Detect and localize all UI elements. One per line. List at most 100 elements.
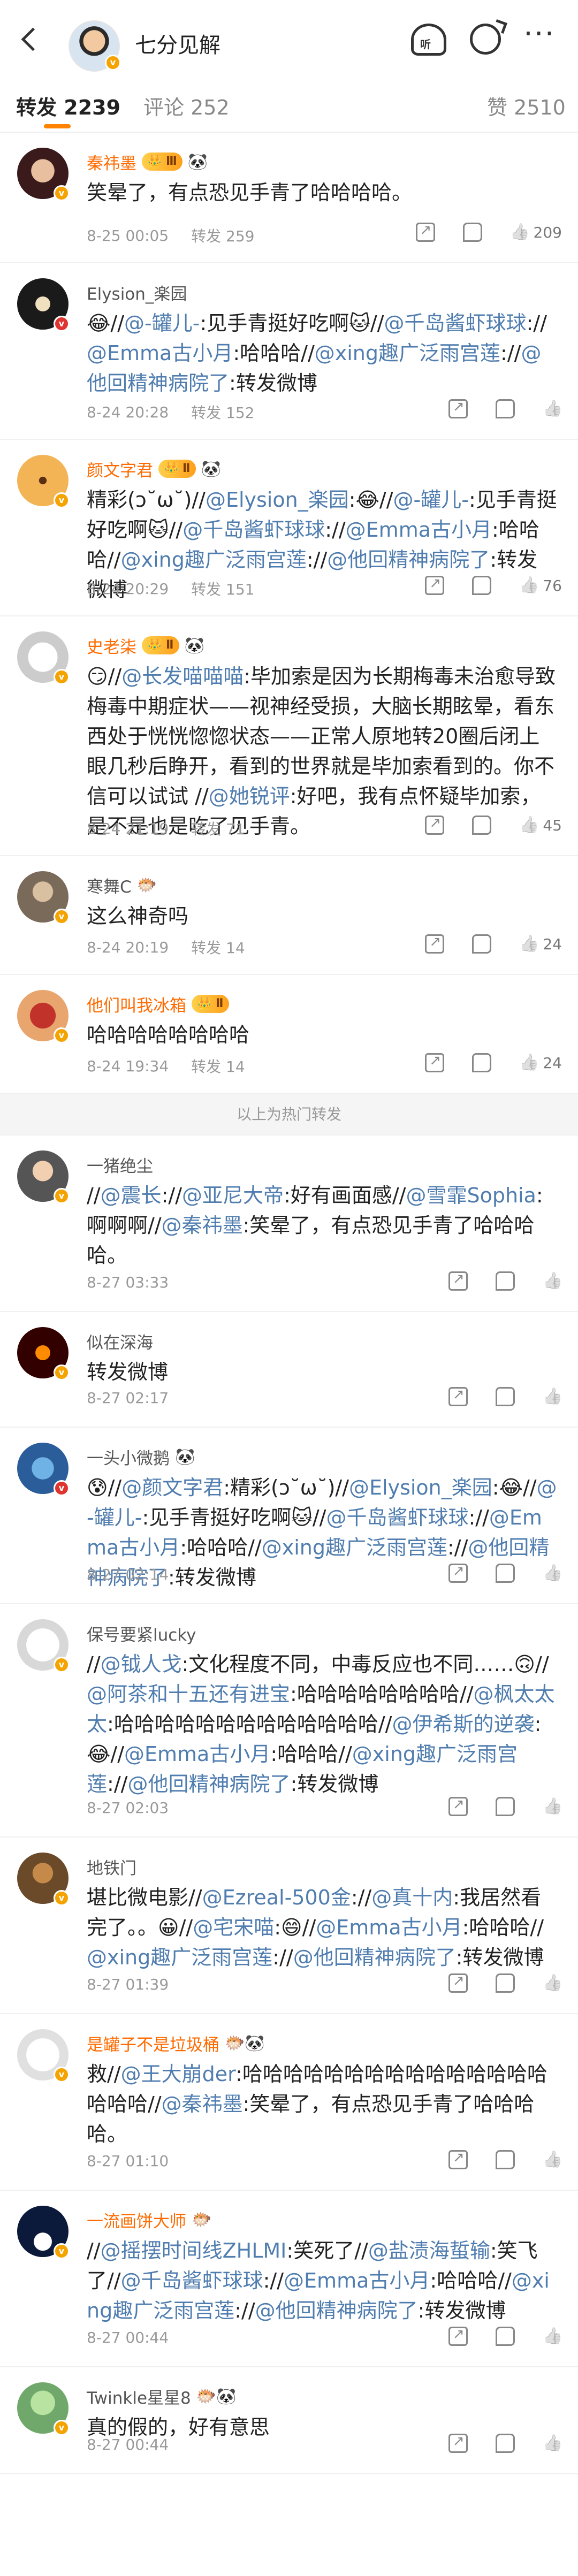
- author-name[interactable]: Elysion_楽园: [87, 280, 187, 304]
- mention-link[interactable]: @震长: [101, 1184, 162, 1207]
- mention-link[interactable]: @他回精神病院了: [255, 2299, 418, 2322]
- mention-link[interactable]: @盐渍海蜇输: [368, 2239, 490, 2262]
- list-item[interactable]: v 一猪绝尘//@震长://@亚尼大帝:好有画面感//@雪霏Sophia:啊啊啊/…: [0, 1135, 578, 1312]
- repost-count[interactable]: 转发 152: [191, 401, 254, 423]
- mention-link[interactable]: @王大崩der: [121, 2062, 235, 2086]
- share-icon[interactable]: [448, 399, 468, 418]
- share-icon[interactable]: [425, 815, 445, 835]
- comment-icon[interactable]: [496, 1564, 515, 1583]
- list-item[interactable]: v 一头小微鹅 🐼 😰//@颜文字君:精彩(ɔ˘ω˘)//@Elysion_楽园:😂/…: [0, 1428, 578, 1604]
- list-item[interactable]: v 是罐子不是垃圾桶 🐡🐼 救//@王大崩der:哈哈哈哈哈哈哈哈哈哈哈哈哈哈哈哈哈哈…: [0, 2014, 578, 2191]
- share-icon[interactable]: [425, 1053, 445, 1072]
- list-item[interactable]: v Twinkle星星8 🐡🐼 真的假的，好有意思 8-27 00:44: [0, 2367, 578, 2474]
- mention-link[interactable]: @千岛酱虾球球: [182, 518, 325, 542]
- mention-link[interactable]: @Emma古小月: [284, 2269, 430, 2292]
- like-button[interactable]: 76: [519, 576, 562, 595]
- mention-link[interactable]: @伊希斯的逆袭: [392, 1712, 534, 1736]
- comment-icon[interactable]: [496, 2327, 515, 2346]
- list-item[interactable]: v 颜文字君 👑 Ⅱ 🐼 精彩(ɔ˘ω˘)//@Elysion_楽园:😂//@-罐儿-:…: [0, 440, 578, 616]
- mention-link[interactable]: @摇摆时间线ZHLMI: [101, 2239, 287, 2262]
- mention-link[interactable]: @宅宋喵: [193, 1916, 274, 1939]
- author-name[interactable]: 地铁门: [87, 1855, 136, 1879]
- comment-icon[interactable]: [472, 934, 492, 954]
- comment-icon[interactable]: [496, 1797, 515, 1816]
- share-icon[interactable]: [448, 1271, 468, 1291]
- share-icon[interactable]: [448, 2150, 468, 2169]
- share-icon[interactable]: [425, 934, 445, 954]
- list-item[interactable]: v 秦祎墨 👑 Ⅲ 🐼 笑晕了，有点恐见手青了哈哈哈哈。 8-25 00:05 转发 259…: [0, 133, 578, 263]
- mention-link[interactable]: @Elysion_楽园: [206, 488, 349, 512]
- mention-link[interactable]: @真十内: [371, 1886, 453, 1909]
- like-button[interactable]: [543, 1797, 562, 1816]
- comment-icon[interactable]: [472, 576, 492, 595]
- author-name[interactable]: 秦祎墨: [87, 150, 136, 174]
- like-button[interactable]: [543, 2327, 562, 2346]
- list-item[interactable]: v 史老柒 👑 Ⅱ 🐼 😏//@长发喵喵喵:毕加索是因为长期梅毒未治愈导致梅毒中期症状—…: [0, 616, 578, 856]
- list-item[interactable]: v 他们叫我冰箱 👑 Ⅱ 哈哈哈哈哈哈哈哈 8-24 19:34 转发 14 24: [0, 975, 578, 1094]
- share-icon[interactable]: [448, 1796, 468, 1816]
- author-name[interactable]: 寒舞C: [87, 873, 132, 897]
- mention-link[interactable]: @Emma古小月: [346, 518, 492, 542]
- back-arrow-icon[interactable]: [15, 24, 45, 54]
- like-button[interactable]: [543, 1387, 562, 1406]
- mention-link[interactable]: @Ezreal-500金: [202, 1886, 351, 1909]
- repost-icon[interactable]: [470, 24, 501, 55]
- mention-link[interactable]: @xing趣广泛雨宫莲: [315, 341, 500, 365]
- tab-comment[interactable]: 评论 252: [143, 91, 230, 120]
- more-icon[interactable]: ···: [523, 19, 559, 59]
- mention-link[interactable]: @颜文字君: [121, 1476, 223, 1499]
- mention-link[interactable]: @-罐儿-: [393, 488, 469, 512]
- comment-icon[interactable]: [496, 1271, 515, 1291]
- list-item[interactable]: v 保号要紧lucky //@钺人戈:文化程度不同，中毒反应也不同……🙃// @阿茶和…: [0, 1604, 578, 1838]
- repost-count[interactable]: 转发 14: [191, 936, 245, 958]
- listen-icon[interactable]: 听: [411, 24, 446, 56]
- mention-link[interactable]: @千岛酱虾球球: [326, 1506, 468, 1529]
- author-name[interactable]: 一头小微鹅: [87, 1445, 170, 1469]
- mention-link[interactable]: @千岛酱虾球球: [384, 311, 526, 335]
- mention-link[interactable]: @阿茶和十五还有进宝: [87, 1682, 290, 1706]
- author-name[interactable]: 颜文字君: [87, 457, 153, 481]
- like-button[interactable]: [543, 1973, 562, 1993]
- mention-link[interactable]: @Emma古小月: [87, 341, 233, 365]
- like-button[interactable]: 45: [519, 816, 562, 835]
- share-icon[interactable]: [448, 2433, 468, 2453]
- share-icon[interactable]: [448, 1563, 468, 1583]
- mention-link[interactable]: @千岛酱虾球球: [121, 2269, 263, 2292]
- author-name[interactable]: 一流画饼大师: [87, 2208, 186, 2232]
- mention-link[interactable]: @Elysion_楽园: [349, 1476, 492, 1499]
- mention-link[interactable]: @-罐儿-: [124, 311, 200, 335]
- like-button[interactable]: [543, 1564, 562, 1583]
- mention-link[interactable]: @钺人戈: [101, 1652, 182, 1676]
- mention-link[interactable]: @xing趣广泛雨宫莲: [87, 1946, 272, 1969]
- repost-count[interactable]: 转发 71: [191, 818, 245, 839]
- mention-link[interactable]: @长发喵喵喵: [121, 665, 244, 688]
- tab-repost[interactable]: 转发 2239: [16, 91, 120, 120]
- author-name[interactable]: Twinkle星星8: [87, 2384, 191, 2409]
- share-icon[interactable]: [425, 575, 445, 595]
- like-button[interactable]: [543, 2434, 562, 2453]
- comment-icon[interactable]: [496, 2150, 515, 2169]
- tab-like[interactable]: 赞 2510: [487, 91, 566, 120]
- comment-icon[interactable]: [496, 1387, 515, 1406]
- list-item[interactable]: v 一流画饼大师 🐡//@摇摆时间线ZHLMI:笑死了//@盐渍海蜇输:笑飞了//@…: [0, 2191, 578, 2367]
- like-button[interactable]: [543, 1271, 562, 1291]
- mention-link[interactable]: @Emma古小月: [316, 1916, 462, 1939]
- like-button[interactable]: 209: [510, 223, 562, 242]
- mention-link[interactable]: @秦祎墨: [162, 2092, 243, 2116]
- share-icon[interactable]: [448, 1973, 468, 1993]
- author-name[interactable]: 似在深海: [87, 1329, 153, 1353]
- repost-count[interactable]: 转发 151: [191, 578, 254, 599]
- list-item[interactable]: v 寒舞C🐡 这么神奇吗 8-24 20:19 转发 14 24: [0, 856, 578, 975]
- author-name[interactable]: 一猪绝尘: [87, 1153, 153, 1177]
- comment-icon[interactable]: [496, 1973, 515, 1993]
- list-item[interactable]: v 地铁门 堪比微电影//@Ezreal-500金://@真十内:我居然看完了。。😀…: [0, 1838, 578, 2014]
- mention-link[interactable]: @雪霏Sophia: [406, 1184, 536, 1207]
- comment-icon[interactable]: [496, 399, 515, 418]
- author-name[interactable]: 是罐子不是垃圾桶: [87, 2031, 219, 2055]
- mention-link[interactable]: @亚尼大帝: [182, 1184, 284, 1207]
- like-button[interactable]: 24: [519, 1053, 562, 1072]
- author-name[interactable]: 他们叫我冰箱: [87, 992, 186, 1016]
- author-name[interactable]: 史老柒: [87, 634, 136, 658]
- mention-link[interactable]: @她锐评: [209, 784, 290, 808]
- share-icon[interactable]: [448, 2326, 468, 2346]
